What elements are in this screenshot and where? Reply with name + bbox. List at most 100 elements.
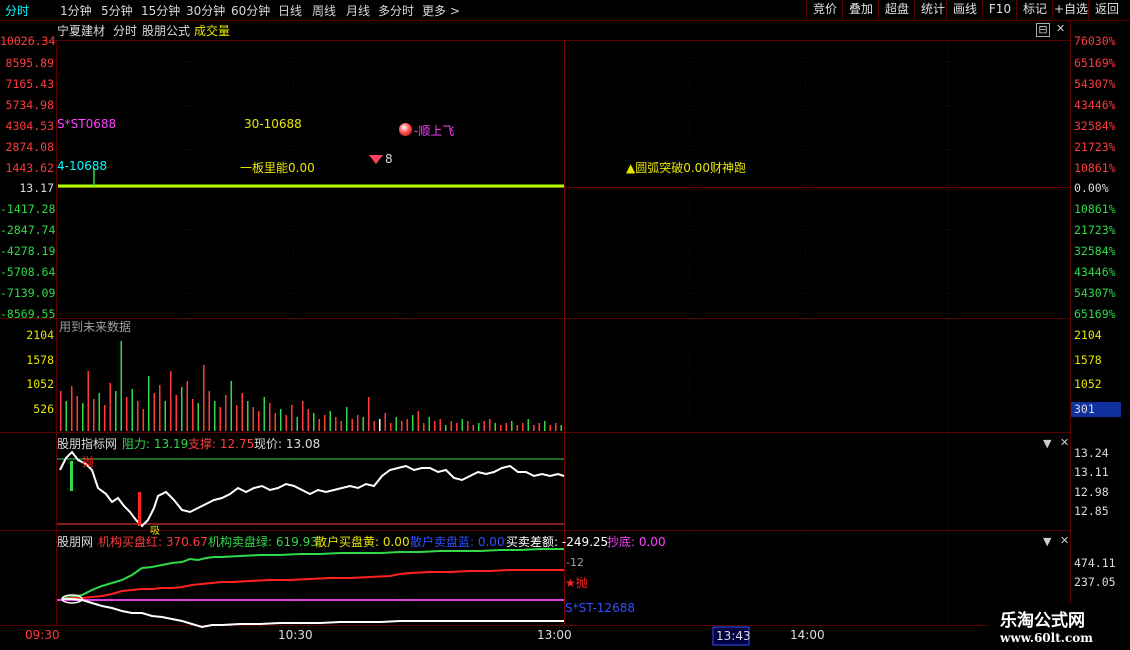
intraday-chart <box>0 20 1121 646</box>
indicator1-tick: 12.85 <box>1074 504 1109 518</box>
volume-bar <box>516 425 518 431</box>
panel-settings-icon[interactable]: ⊟ <box>1036 23 1050 37</box>
price-tick: 10026.34 <box>0 34 56 48</box>
st-annotation: S*ST0688 <box>57 117 117 131</box>
arc-annotation: ▲圆弧突破0.00财神跑 <box>626 161 746 175</box>
diff-line <box>62 598 564 629</box>
indicator-name: 成交量 <box>194 24 231 38</box>
pct-tick: 0.00% <box>1074 181 1109 195</box>
volume-bar <box>76 396 78 431</box>
volume-bar <box>368 397 370 431</box>
volume-bar <box>527 419 529 431</box>
volume-bar <box>533 425 535 431</box>
volume-bar <box>236 405 238 431</box>
pct-tick: 10861% <box>1074 202 1116 216</box>
volume-bar <box>335 417 337 431</box>
price-tick: 7165.43 <box>5 77 54 91</box>
volume-bar <box>439 419 441 431</box>
volume-tick: 2104 <box>26 328 54 342</box>
chart-mode: 分时 <box>113 24 138 38</box>
board-annotation: 一板里能0.00 <box>240 161 315 175</box>
indicator1-lines <box>57 450 565 528</box>
pct-tick: 43446% <box>1074 265 1116 279</box>
bottom-value: 抄底: 0.00 <box>607 535 666 549</box>
price-tick: -5708.64 <box>0 265 56 279</box>
volume-bar <box>461 419 463 431</box>
indicator2-name: 股朋网 <box>57 535 94 549</box>
time-cursor[interactable]: 13:43 <box>716 629 751 643</box>
watermark-title: 乐淘公式网 <box>1000 611 1085 631</box>
volume-bar <box>412 415 414 431</box>
volume-badge: 301 <box>1074 402 1095 416</box>
volume-bar <box>175 395 177 431</box>
pct-tick: 21723% <box>1074 140 1116 154</box>
close-icon[interactable]: ✕ <box>1060 436 1069 449</box>
throw-signal: 抛 <box>82 455 95 469</box>
volume-bar <box>406 419 408 431</box>
retail-buy-value: 散户买盘黄: 0.00 <box>315 535 410 549</box>
price-tick: -1417.28 <box>0 202 56 216</box>
pct-tick: 54307% <box>1074 77 1116 91</box>
volume-bar <box>456 423 458 431</box>
volume-bar <box>329 411 331 431</box>
price-tick: 4304.53 <box>5 119 54 133</box>
volume-bar <box>324 415 326 431</box>
price-tick: 2874.08 <box>5 140 54 154</box>
volume-bar <box>555 423 557 431</box>
green-signal-bar <box>70 461 73 491</box>
volume-bar <box>379 419 381 431</box>
red-ball-icon <box>399 123 412 136</box>
indicator2-tick: 474.11 <box>1074 556 1116 570</box>
price-tick: 1443.62 <box>5 161 54 175</box>
volume-bar <box>203 365 205 431</box>
volume-bar <box>302 401 304 431</box>
volume-bar <box>115 391 117 431</box>
volume-bar <box>395 417 397 431</box>
pct-tick: 10861% <box>1074 161 1116 175</box>
volume-bar <box>252 407 254 431</box>
pct-tick: 21723% <box>1074 223 1116 237</box>
pct-tick: 32584% <box>1074 119 1116 133</box>
volume-bar <box>65 401 67 431</box>
inst-buy-value: 机构买盘红: 370.67 <box>98 535 208 549</box>
volume-bar <box>522 423 524 431</box>
volume-bar <box>153 393 155 431</box>
volume-bar <box>148 376 150 431</box>
volume-bar <box>544 421 546 431</box>
volume-bar <box>362 417 364 431</box>
volume-bar <box>181 387 183 431</box>
volume-bar <box>428 417 430 431</box>
volume-bar <box>318 419 320 431</box>
left-annotation: 4-10688 <box>57 159 108 173</box>
volume-bar <box>505 423 507 431</box>
price-tick: -7139.09 <box>0 286 56 300</box>
volume-bar <box>373 421 375 431</box>
volume-bar <box>472 425 474 431</box>
volume-bar <box>197 403 199 431</box>
inst-sell-value: 机构卖盘绿: 619.93 <box>208 535 318 549</box>
pct-tick: 32584% <box>1074 244 1116 258</box>
indicator1-price-line <box>59 450 565 528</box>
volume-bar <box>214 401 216 431</box>
dropdown-icon[interactable]: ▼ <box>1043 437 1051 450</box>
indicator1-tick: 13.24 <box>1074 446 1109 460</box>
volume-bar <box>263 397 265 431</box>
formula-name: 股朋公式 <box>142 24 191 38</box>
volume-bar <box>500 425 502 431</box>
close-icon[interactable]: ✕ <box>1056 22 1065 35</box>
volume-bar <box>511 421 513 431</box>
close-icon[interactable]: ✕ <box>1060 534 1069 547</box>
volume-bar <box>296 417 298 431</box>
watermark: 乐淘公式网 www.60lt.com <box>988 604 1130 650</box>
volume-bar <box>450 421 452 431</box>
time-tick: 09:30 <box>25 628 60 642</box>
price-tick: -4278.19 <box>0 244 56 258</box>
volume-bar <box>60 391 62 431</box>
volume-bars <box>60 341 562 431</box>
volume-bar <box>241 393 243 431</box>
volume-bar <box>274 413 276 431</box>
indicator1-tick: 12.98 <box>1074 485 1109 499</box>
support-value: 支撑: 12.75 <box>188 437 255 451</box>
dropdown-icon[interactable]: ▼ <box>1043 535 1051 548</box>
volume-bar <box>467 421 469 431</box>
